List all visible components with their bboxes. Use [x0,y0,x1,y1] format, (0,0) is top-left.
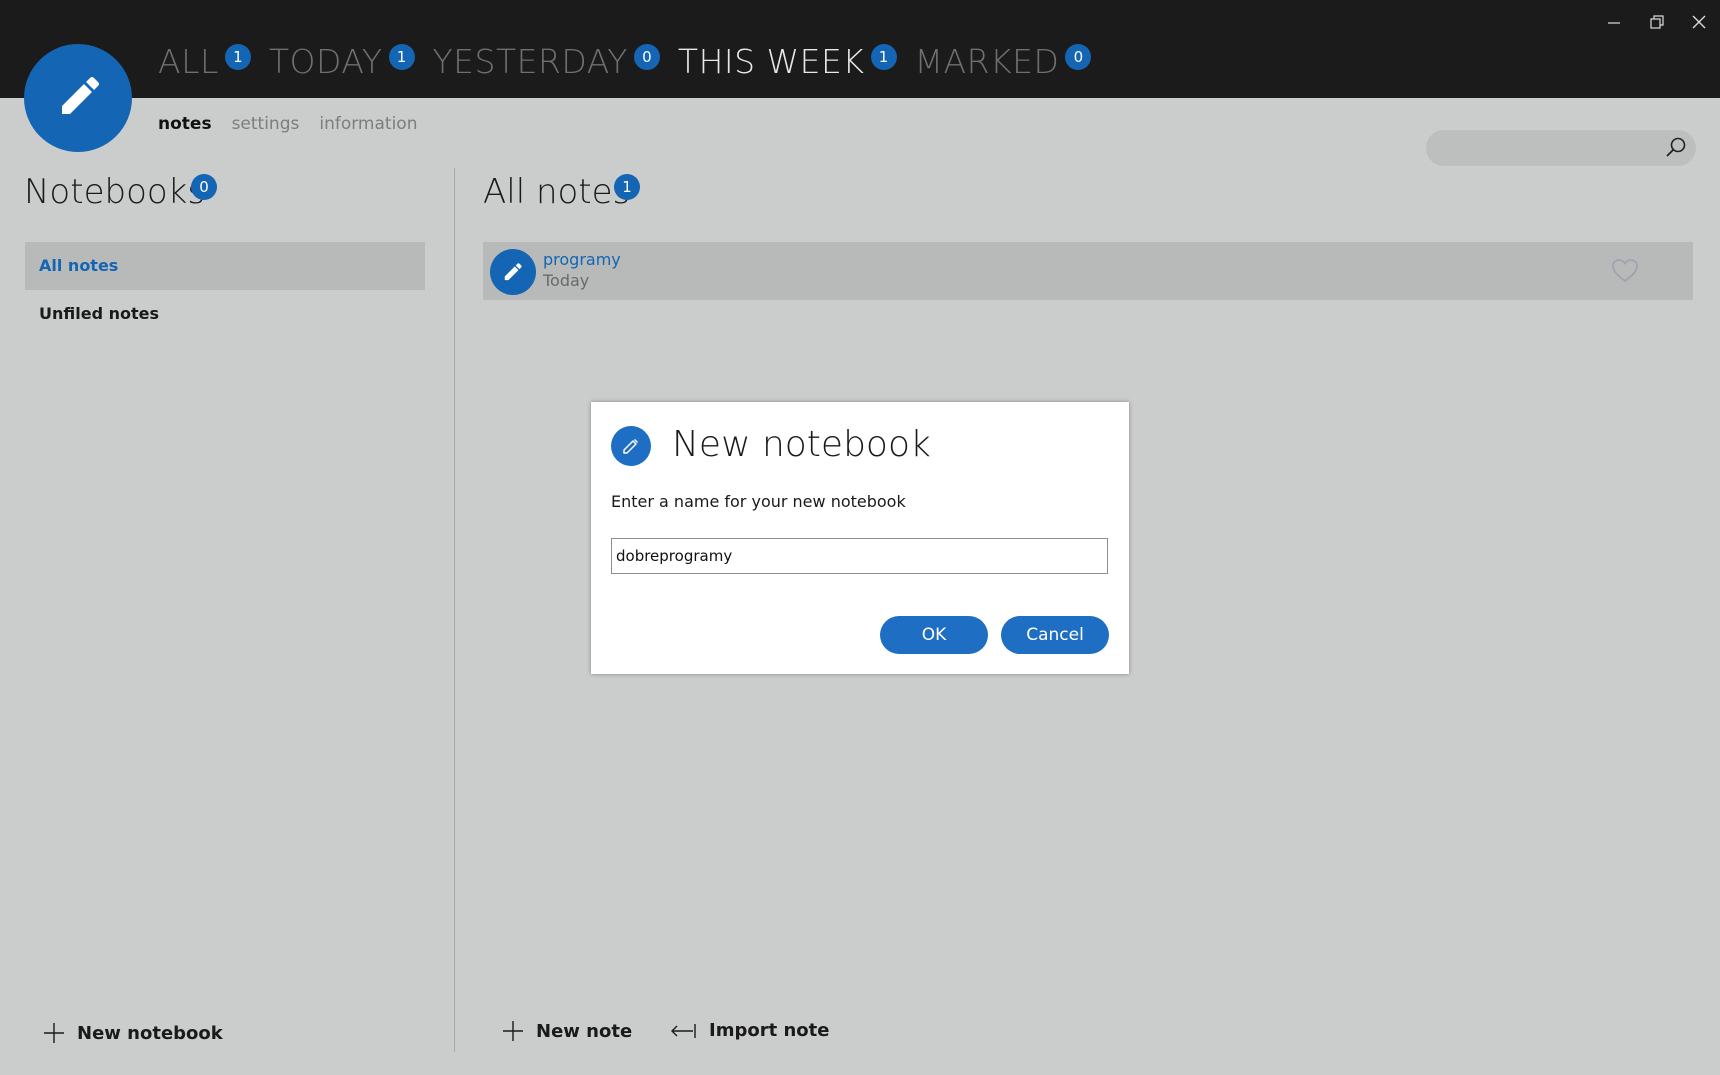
pencil-icon [623,438,639,454]
notebooks-title: Notebooks [24,172,206,212]
count-badge: 0 [1065,44,1092,70]
search-box[interactable] [1426,130,1696,166]
filter-tab-today[interactable]: TODAY 1 [269,40,415,84]
filter-tab-yesterday[interactable]: YESTERDAY 0 [433,40,660,84]
subnav-notes[interactable]: notes [158,114,212,134]
new-note-label: New note [536,1020,633,1042]
plus-icon [503,1021,523,1041]
filter-tab-label: YESTERDAY [432,42,628,81]
subnav-information[interactable]: information [319,114,417,134]
restore-button[interactable] [1637,8,1677,36]
filter-tab-label: THIS WEEK [677,42,865,81]
title-bar: ALL 1 TODAY 1 YESTERDAY 0 THIS WEEK 1 MA… [0,0,1720,98]
plus-icon [44,1023,64,1043]
search-icon[interactable] [1664,136,1688,160]
import-note-button[interactable]: Import note [669,1020,829,1041]
import-arrow-icon [671,1023,696,1038]
restore-icon [1650,15,1664,29]
cancel-button[interactable]: Cancel [1001,616,1109,654]
new-notebook-button[interactable]: New notebook [43,1022,223,1044]
dialog-title: New notebook [672,424,931,465]
count-badge: 1 [224,44,251,70]
ok-button[interactable]: OK [880,616,988,654]
note-date: Today [543,271,590,290]
note-avatar [490,249,536,295]
sub-navigation: notes settings information [158,114,437,134]
import-note-label: Import note [709,1020,830,1041]
filter-tab-label: ALL [158,42,219,81]
notebook-item-unfiled-notes[interactable]: Unfiled notes [25,290,425,338]
filter-tab-label: TODAY [268,42,383,81]
dialog-prompt: Enter a name for your new notebook [611,492,906,511]
new-note-button[interactable]: New note [502,1020,632,1042]
pencil-icon [504,263,522,281]
notebook-item-all-notes[interactable]: All notes [25,242,425,290]
filter-tabs: ALL 1 TODAY 1 YESTERDAY 0 THIS WEEK 1 MA… [158,40,1109,90]
minimize-button[interactable] [1594,8,1634,36]
dialog-icon [611,426,651,466]
count-badge: 1 [388,44,415,70]
pencil-icon [62,77,99,114]
new-notebook-label: New notebook [77,1022,223,1044]
app-logo [24,44,132,152]
subnav-settings[interactable]: settings [232,114,300,134]
notebook-name-input[interactable] [611,538,1108,574]
note-title: programy [543,250,621,269]
minimize-icon [1608,22,1620,24]
notes-count-badge: 1 [614,174,640,200]
filter-tab-this-week[interactable]: THIS WEEK 1 [678,40,897,84]
new-notebook-dialog: New notebook Enter a name for your new n… [591,402,1129,674]
panel-divider [454,168,455,1052]
notebooks-count-badge: 0 [191,174,217,200]
close-button[interactable] [1679,8,1719,36]
filter-tab-label: MARKED [914,42,1060,81]
close-icon [1692,15,1706,29]
heart-icon[interactable] [1611,258,1639,284]
note-list-item[interactable]: programy Today [483,242,1693,300]
notes-title: All notes [483,172,631,212]
count-badge: 1 [870,44,897,70]
filter-tab-marked[interactable]: MARKED 0 [915,40,1092,84]
count-badge: 0 [633,44,660,70]
notebooks-panel: Notebooks 0 All notes Unfiled notes [0,160,455,1060]
filter-tab-all[interactable]: ALL 1 [158,40,251,84]
